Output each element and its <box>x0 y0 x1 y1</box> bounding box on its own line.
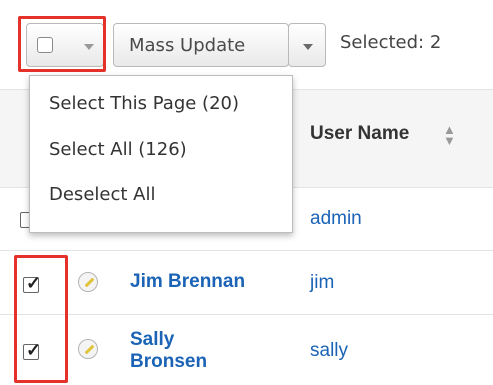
full-name-link[interactable]: Sally Bronsen <box>130 329 250 373</box>
select-dropdown-menu: Select This Page (20) Select All (126) D… <box>29 75 293 233</box>
menu-item-select-this-page[interactable]: Select This Page (20) <box>49 93 239 114</box>
highlight-frame-checkboxes <box>14 255 68 383</box>
mass-update-button[interactable]: Mass Update <box>113 23 289 67</box>
highlight-frame-select <box>18 16 106 72</box>
menu-item-select-all[interactable]: Select All (126) <box>49 139 187 160</box>
full-name-link[interactable]: Jim Brennan <box>130 271 245 293</box>
mass-update-label: Mass Update <box>129 35 246 56</box>
user-name-link[interactable]: sally <box>310 340 348 362</box>
sort-icon[interactable]: ▲ ▼ <box>443 123 457 147</box>
selected-count: Selected: 2 <box>340 32 442 53</box>
edit-pencil-icon[interactable] <box>78 339 98 359</box>
chevron-down-icon <box>303 44 313 50</box>
user-name-link[interactable]: admin <box>310 208 362 230</box>
divider <box>0 314 493 315</box>
mass-update-actions-button[interactable] <box>288 23 326 67</box>
column-header-user-name[interactable]: User Name <box>310 123 409 145</box>
edit-pencil-icon[interactable] <box>78 272 98 292</box>
divider <box>0 250 493 251</box>
menu-item-deselect-all[interactable]: Deselect All <box>49 184 155 205</box>
user-name-link[interactable]: jim <box>310 272 334 294</box>
